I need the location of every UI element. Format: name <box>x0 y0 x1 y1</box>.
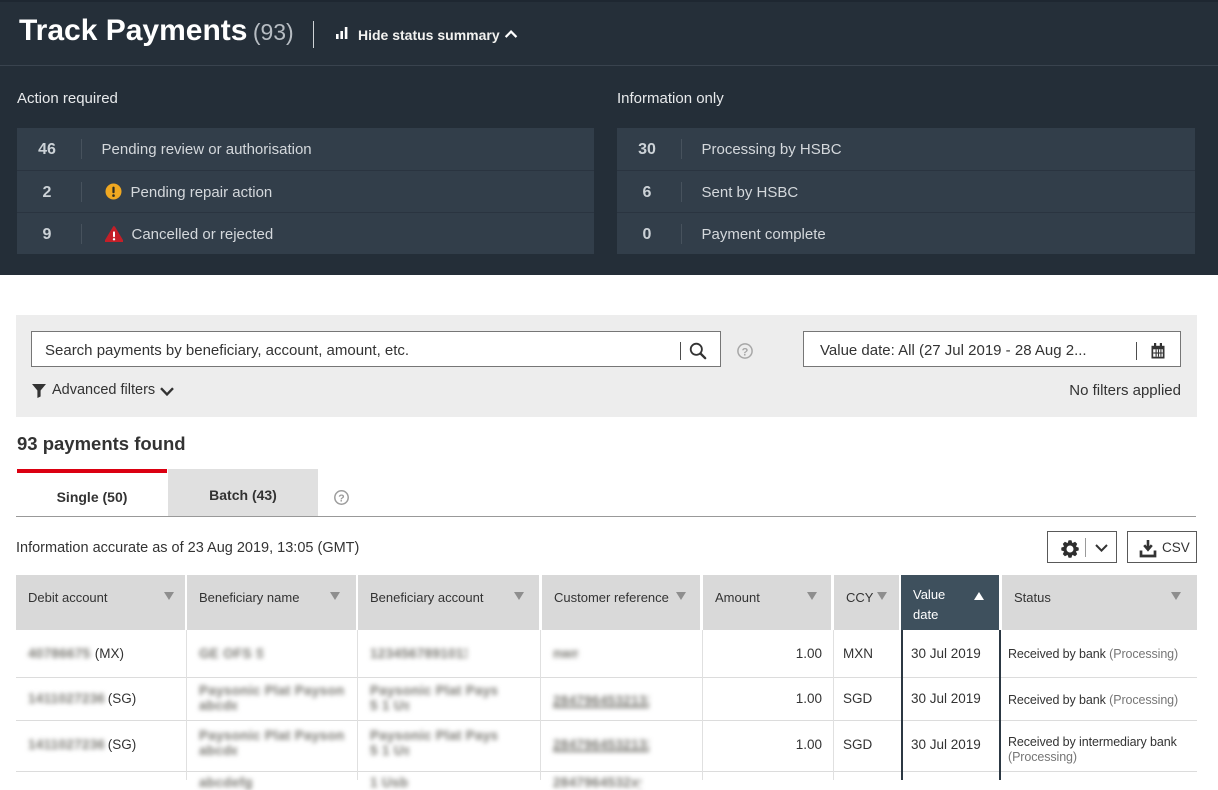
svg-text:?: ? <box>338 493 344 505</box>
svg-text:?: ? <box>742 346 749 358</box>
